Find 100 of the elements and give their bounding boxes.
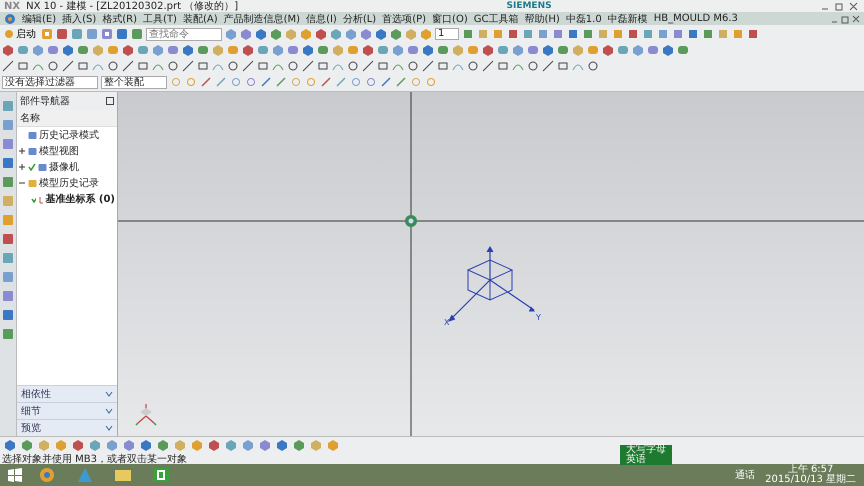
toolbar-icon[interactable] — [627, 28, 639, 40]
menu-item[interactable]: 首选项(P) — [382, 12, 426, 26]
resource-bar-icon[interactable] — [2, 290, 14, 302]
toolbar-icon[interactable] — [662, 44, 674, 56]
menu-item[interactable]: 分析(L) — [342, 12, 376, 26]
expander-icon[interactable] — [19, 148, 25, 154]
menu-item[interactable]: 编辑(E) — [22, 12, 56, 26]
toolbar-icon[interactable] — [167, 60, 179, 72]
menu-item[interactable]: 中磊1.0 — [566, 12, 602, 26]
toolbar-icon[interactable] — [507, 28, 519, 40]
resource-bar-icon[interactable] — [2, 271, 14, 283]
menu-item[interactable]: 中磊新模 — [608, 12, 648, 26]
toolbar-icon[interactable] — [137, 60, 149, 72]
toolbar-icon[interactable] — [122, 44, 134, 56]
check-icon[interactable] — [31, 195, 36, 203]
tray-label[interactable]: 通话 — [735, 468, 756, 482]
window-controls-icon[interactable] — [820, 1, 860, 11]
toolbar-icon[interactable] — [375, 28, 387, 40]
toolbar-icon[interactable] — [407, 60, 419, 72]
toolbar-icon[interactable] — [107, 60, 119, 72]
toolbar-icon[interactable] — [380, 76, 392, 88]
start-icon[interactable] — [4, 29, 14, 39]
ime-toolbar[interactable]: 大写字母 英语 — [620, 445, 672, 465]
collapsible-panel[interactable]: 细节 — [17, 402, 117, 419]
column-header[interactable]: 名称 — [17, 110, 117, 127]
menu-item[interactable]: 帮助(H) — [524, 12, 560, 26]
toolbar-icon[interactable] — [255, 28, 267, 40]
menu-item[interactable]: 工具(T) — [143, 12, 177, 26]
toolbar-icon[interactable] — [567, 28, 579, 40]
search-field[interactable]: 查找命令 — [146, 28, 222, 40]
tree-item[interactable]: 历史记录模式 — [17, 127, 117, 143]
toolbar-icon[interactable] — [2, 44, 14, 56]
toolbar-icon[interactable] — [542, 60, 554, 72]
toolbar-icon[interactable] — [122, 60, 134, 72]
toolbar-icon[interactable] — [62, 44, 74, 56]
tree-item[interactable]: 基准坐标系 (0) — [17, 191, 117, 207]
maximize-icon[interactable] — [106, 97, 114, 105]
start-icon[interactable] — [4, 12, 16, 24]
check-icon[interactable] — [28, 163, 36, 171]
resource-bar-icon[interactable] — [2, 119, 14, 131]
toolbar-icon[interactable] — [602, 44, 614, 56]
toolbar-icon[interactable] — [747, 28, 759, 40]
toolbar-icon[interactable] — [482, 60, 494, 72]
selection-filter-dropdown[interactable]: 没有选择过滤器 — [2, 76, 98, 88]
toolbar-icon[interactable] — [467, 60, 479, 72]
graphics-viewport[interactable]: X Y — [118, 92, 864, 436]
resource-bar-icon[interactable] — [2, 100, 14, 112]
toolbar-icon[interactable] — [587, 60, 599, 72]
tree-item[interactable]: 模型视图 — [17, 143, 117, 159]
toolbar-icon[interactable] — [242, 60, 254, 72]
toolbar-icon[interactable] — [197, 60, 209, 72]
toolbar-icon[interactable] — [182, 44, 194, 56]
toolbar-icon[interactable] — [116, 28, 128, 40]
toolbar-icon[interactable] — [2, 60, 14, 72]
toolbar-icon[interactable] — [302, 60, 314, 72]
menu-item[interactable]: 装配(A) — [182, 12, 218, 26]
toolbar-icon[interactable] — [242, 44, 254, 56]
start-button[interactable]: 启动 — [2, 28, 38, 40]
toolbar-icon[interactable] — [56, 28, 68, 40]
toolbar-icon[interactable] — [260, 76, 272, 88]
menu-item[interactable]: 产品制造信息(M) — [224, 12, 300, 26]
toolbar-icon[interactable] — [687, 28, 699, 40]
resource-bar-icon[interactable] — [2, 157, 14, 169]
toolbar-icon[interactable] — [17, 60, 29, 72]
toolbar-icon[interactable] — [542, 44, 554, 56]
chevron-icon[interactable] — [105, 425, 113, 431]
toolbar-icon[interactable] — [208, 439, 220, 451]
document-controls-icon[interactable] — [830, 14, 860, 24]
toolbar-icon[interactable] — [276, 439, 288, 451]
tree-item[interactable]: 模型历史记录 — [17, 175, 117, 191]
resource-bar-icon[interactable] — [2, 195, 14, 207]
toolbar-icon[interactable] — [62, 60, 74, 72]
toolbar-icon[interactable] — [257, 60, 269, 72]
menu-item[interactable]: 格式(R) — [102, 12, 138, 26]
toolbar-icon[interactable] — [377, 60, 389, 72]
layer-dropdown[interactable]: 1 — [435, 28, 459, 40]
windows-logo-icon[interactable] — [8, 468, 22, 482]
toolbar-icon[interactable] — [200, 76, 212, 88]
chevron-icon[interactable] — [105, 391, 113, 397]
toolbar-icon[interactable] — [302, 44, 314, 56]
chevron-icon[interactable] — [105, 408, 113, 414]
toolbar-icon[interactable] — [315, 28, 327, 40]
toolbar-icon[interactable] — [287, 60, 299, 72]
collapsible-panel[interactable]: 相依性 — [17, 385, 117, 402]
resource-bar-icon[interactable] — [2, 138, 14, 150]
menu-item[interactable]: 插入(S) — [62, 12, 96, 26]
resource-bar-icon[interactable] — [2, 328, 14, 340]
resource-bar-icon[interactable] — [2, 214, 14, 226]
menu-item[interactable]: HB_MOULD M6.3 — [654, 13, 738, 24]
toolbar-icon[interactable] — [47, 60, 59, 72]
toolbar-icon[interactable] — [77, 60, 89, 72]
resource-bar-icon[interactable] — [2, 176, 14, 188]
toolbar-icon[interactable] — [557, 60, 569, 72]
toolbar-icon[interactable] — [140, 439, 152, 451]
assembly-scope-dropdown[interactable]: 整个装配 — [101, 76, 167, 88]
resource-bar-icon[interactable] — [2, 233, 14, 245]
toolbar-icon[interactable] — [4, 439, 16, 451]
expander-icon[interactable] — [19, 180, 25, 186]
menu-item[interactable]: 信息(I) — [306, 12, 337, 26]
toolbar-icon[interactable] — [320, 76, 332, 88]
